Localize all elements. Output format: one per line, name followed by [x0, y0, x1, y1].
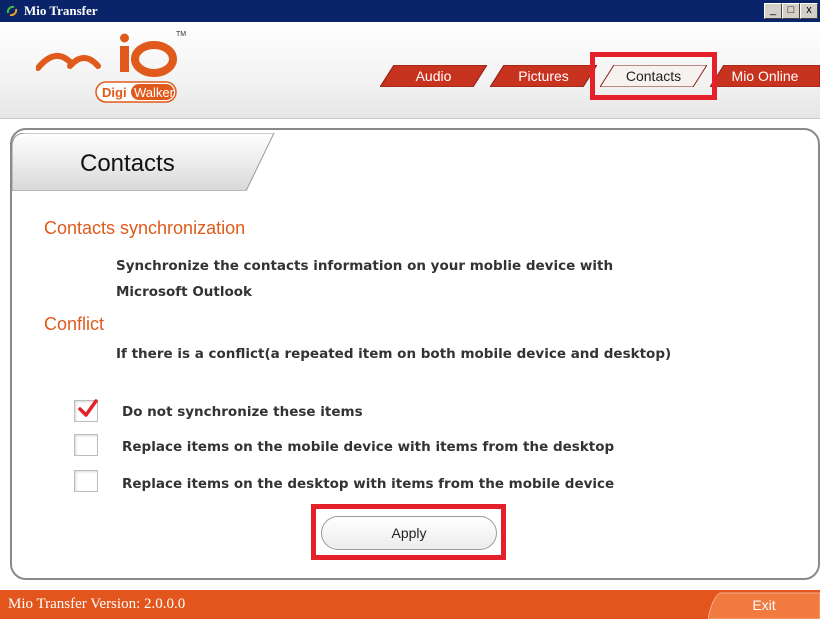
option-do-not-sync-label[interactable]: Do not synchronize these items — [122, 404, 363, 420]
sync-description-line2: Microsoft Outlook — [116, 284, 253, 300]
svg-text:Walker: Walker — [134, 85, 175, 100]
option-replace-mobile-label[interactable]: Replace items on the mobile device with … — [122, 439, 614, 455]
contacts-tab-highlight — [590, 52, 717, 100]
tab-mio-online[interactable]: Mio Online — [710, 65, 820, 87]
svg-text:TM: TM — [176, 31, 186, 38]
mio-digiwalker-logo: TM Digi Walker — [36, 31, 186, 103]
exit-button[interactable]: Exit — [707, 592, 820, 620]
tab-mio-online-label: Mio Online — [731, 68, 799, 84]
conflict-heading: Conflict — [44, 314, 105, 334]
svg-text:Digi: Digi — [102, 85, 127, 100]
app-header: TM Digi Walker Audio Pictures Contacts M… — [0, 22, 820, 119]
minimize-button[interactable]: _ — [764, 3, 782, 19]
option-replace-mobile-checkbox[interactable] — [74, 434, 98, 456]
sync-description-line1: Synchronize the contacts information on … — [116, 258, 614, 274]
title-bar[interactable]: Mio Transfer _ □ x — [0, 0, 820, 22]
page-title: Contacts — [80, 150, 175, 177]
tab-pictures[interactable]: Pictures — [490, 65, 597, 87]
option-do-not-sync-checkbox[interactable] — [74, 399, 98, 422]
tab-audio[interactable]: Audio — [380, 65, 487, 87]
window-title: Mio Transfer — [24, 3, 98, 18]
close-button[interactable]: x — [800, 3, 818, 19]
app-icon — [6, 5, 18, 17]
status-bar: Mio Transfer Version: 2.0.0.0 — [0, 590, 820, 619]
maximize-button[interactable]: □ — [782, 3, 800, 19]
option-replace-desktop-label[interactable]: Replace items on the desktop with items … — [122, 476, 614, 492]
tab-pictures-label: Pictures — [518, 68, 569, 84]
version-text: Mio Transfer Version: 2.0.0.0 — [8, 596, 186, 612]
conflict-description: If there is a conflict(a repeated item o… — [116, 346, 672, 362]
sync-heading: Contacts synchronization — [44, 218, 246, 238]
apply-button-highlight — [311, 504, 506, 560]
exit-button-label: Exit — [752, 597, 776, 613]
tab-audio-label: Audio — [415, 68, 452, 84]
option-replace-desktop-checkbox[interactable] — [74, 470, 98, 492]
checkmark-icon — [78, 399, 98, 417]
